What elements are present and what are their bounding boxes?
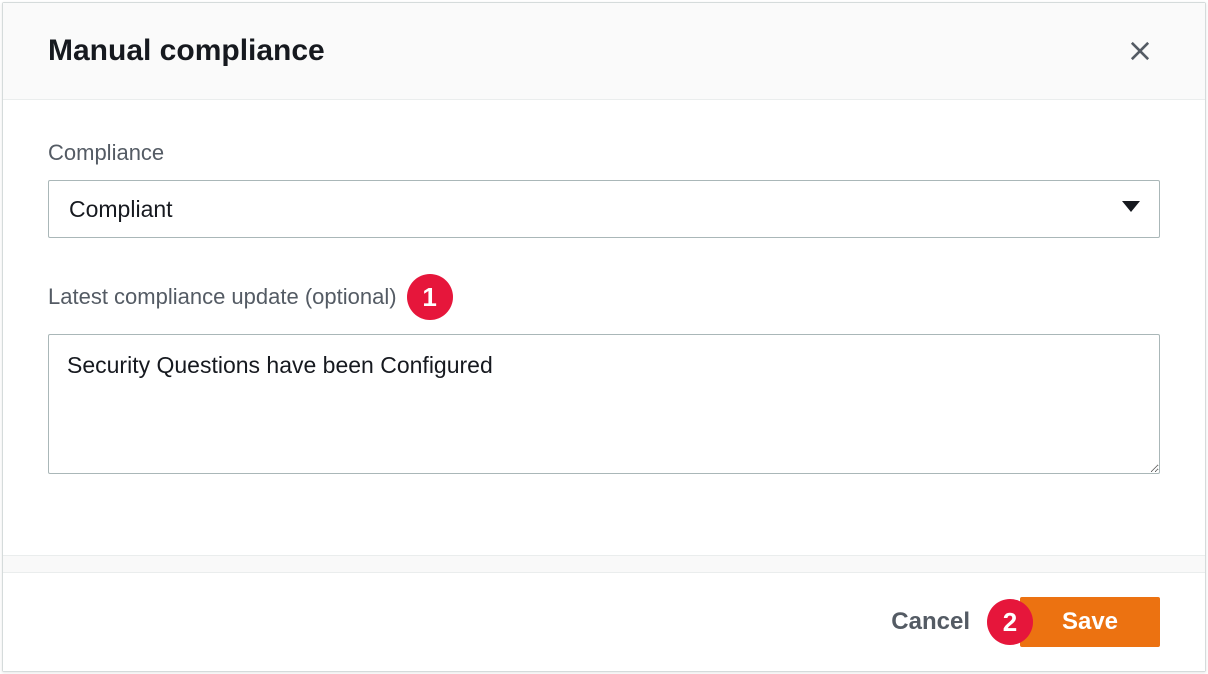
- annotation-marker-1: 1: [407, 274, 453, 320]
- manual-compliance-modal: Manual compliance Compliance Compliant: [2, 2, 1206, 672]
- cancel-button[interactable]: Cancel: [891, 600, 970, 644]
- update-textarea[interactable]: Security Questions have been Configured: [48, 334, 1160, 474]
- footer-separator: [3, 555, 1205, 572]
- modal-footer: Cancel 2 Save: [3, 572, 1205, 671]
- close-icon: [1126, 37, 1154, 65]
- compliance-select-wrapper: Compliant: [48, 180, 1160, 238]
- modal-body: Compliance Compliant Latest compliance u…: [3, 100, 1205, 555]
- save-button[interactable]: Save: [1020, 597, 1160, 647]
- compliance-select-value: Compliant: [69, 196, 173, 223]
- compliance-label: Compliance: [48, 140, 1160, 166]
- annotation-marker-2: 2: [987, 599, 1033, 645]
- modal-title: Manual compliance: [48, 34, 325, 68]
- update-label-row: Latest compliance update (optional) 1: [48, 274, 1160, 320]
- compliance-field-group: Compliance Compliant: [48, 140, 1160, 238]
- compliance-select[interactable]: Compliant: [48, 180, 1160, 238]
- close-button[interactable]: [1120, 31, 1160, 71]
- update-label: Latest compliance update (optional): [48, 284, 397, 310]
- modal-header: Manual compliance: [3, 3, 1205, 100]
- update-field-group: Latest compliance update (optional) 1 Se…: [48, 274, 1160, 479]
